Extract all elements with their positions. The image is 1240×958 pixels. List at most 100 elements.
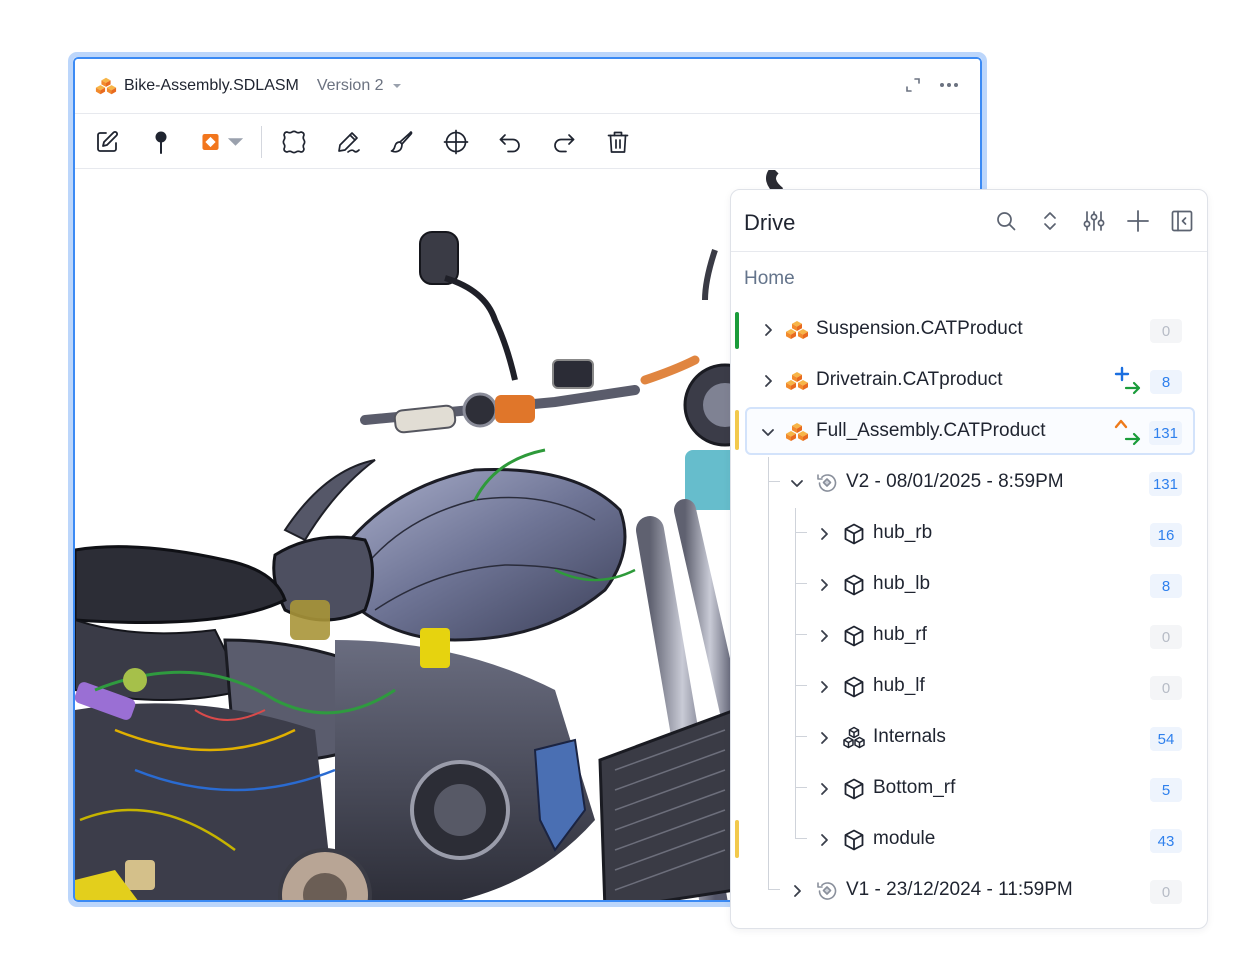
count-badge: 0	[1150, 880, 1182, 904]
chevron-down-icon	[227, 137, 244, 146]
crosshair-icon	[443, 129, 469, 154]
tree-item-label: Suspension.CATProduct	[816, 318, 1023, 339]
color-fill-icon	[202, 133, 219, 150]
count-badge: 131	[1148, 421, 1182, 445]
part-cube-icon	[844, 829, 864, 851]
tree-item-label: hub_lf	[873, 675, 925, 696]
brush-icon	[390, 130, 413, 153]
add-icon	[1127, 210, 1149, 232]
tree-item-drivetrain[interactable]: Drivetrain.CATproduct 8	[731, 356, 1207, 406]
chevron-right-icon[interactable]	[787, 881, 807, 901]
tree-item-internals[interactable]: Internals 54	[731, 713, 1207, 763]
chevron-down-icon[interactable]	[787, 473, 807, 493]
assembly-icon	[786, 423, 808, 441]
chevron-right-icon[interactable]	[814, 779, 834, 799]
delete-button[interactable]	[604, 128, 632, 156]
tree-item-hub-lf[interactable]: hub_lf 0	[731, 662, 1207, 712]
drive-actions	[993, 208, 1195, 234]
tree-item-module[interactable]: module 43	[731, 815, 1207, 865]
chevron-down-icon[interactable]	[392, 81, 402, 91]
tree-item-suspension[interactable]: Suspension.CATProduct 0	[731, 305, 1207, 355]
version-history-icon	[817, 882, 837, 900]
part-cube-icon	[844, 778, 864, 800]
tree-item-label: V1 - 23/12/2024 - 11:59PM	[846, 879, 1073, 900]
sub-assembly-cubes-icon	[843, 726, 865, 749]
redo-icon	[554, 133, 575, 152]
maximize-icon[interactable]	[904, 76, 922, 94]
count-badge: 54	[1150, 727, 1182, 751]
markup-toolbar	[75, 115, 980, 169]
chevron-right-icon[interactable]	[814, 728, 834, 748]
count-badge: 0	[1150, 625, 1182, 649]
tree-item-label: Full_Assembly.CATProduct	[816, 420, 1046, 441]
added-change-icon	[1114, 366, 1141, 395]
expand-collapse-icon	[1044, 212, 1056, 230]
add-button[interactable]	[1125, 208, 1151, 234]
tree-item-hub-rf[interactable]: hub_rf 0	[731, 611, 1207, 661]
chevron-down-icon[interactable]	[758, 422, 778, 442]
tree-item-label: V2 - 08/01/2025 - 8:59PM	[846, 471, 1064, 492]
brush-tool[interactable]	[388, 128, 416, 156]
assembly-icon	[786, 372, 808, 390]
toolbar-divider	[261, 125, 262, 158]
collapse-panel-icon	[1171, 210, 1193, 232]
edit-icon	[97, 130, 118, 152]
count-badge: 0	[1150, 676, 1182, 700]
chevron-right-icon[interactable]	[814, 677, 834, 697]
tree-item-hub-rb[interactable]: hub_rb 16	[731, 509, 1207, 559]
radiator	[598, 707, 737, 900]
assembly-icon	[95, 77, 117, 95]
lasso-select-tool[interactable]	[280, 128, 308, 156]
tree-item-label: hub_rb	[873, 522, 933, 543]
search-button[interactable]	[993, 208, 1019, 234]
tree-item-full-assembly[interactable]: Full_Assembly.CATProduct 131	[731, 407, 1207, 457]
chevron-right-icon[interactable]	[814, 524, 834, 544]
undo-icon	[499, 133, 520, 152]
undo-button[interactable]	[496, 128, 524, 156]
crosshair-tool[interactable]	[442, 128, 470, 156]
redo-button[interactable]	[550, 128, 578, 156]
part-cube-icon	[844, 574, 864, 596]
modified-change-icon	[1114, 419, 1141, 446]
chevron-right-icon[interactable]	[814, 626, 834, 646]
drive-panel: Drive Home Suspension.CATProduct 0 Drive…	[730, 189, 1208, 929]
pen-tool[interactable]	[334, 128, 362, 156]
count-badge: 131	[1148, 472, 1182, 496]
chevron-right-icon[interactable]	[814, 830, 834, 850]
expand-collapse-button[interactable]	[1037, 208, 1063, 234]
part-cube-icon	[844, 625, 864, 647]
more-options-icon[interactable]	[938, 76, 960, 94]
count-badge: 43	[1150, 829, 1182, 853]
search-icon	[997, 212, 1016, 231]
drive-header: Drive	[731, 190, 1207, 252]
filter-button[interactable]	[1081, 208, 1107, 234]
tree-item-version-v1[interactable]: V1 - 23/12/2024 - 11:59PM 0	[731, 866, 1207, 916]
tree-item-label: module	[873, 828, 936, 849]
tree-item-bottom-rf[interactable]: Bottom_rf 5	[731, 764, 1207, 814]
tree-item-label: Internals	[873, 726, 946, 747]
count-badge: 5	[1150, 778, 1182, 802]
version-selector[interactable]: Version 2	[317, 77, 384, 95]
part-cube-icon	[844, 523, 864, 545]
count-badge: 0	[1150, 319, 1182, 343]
trash-icon	[607, 131, 629, 153]
chevron-right-icon[interactable]	[814, 575, 834, 595]
edit-tool[interactable]	[93, 128, 121, 156]
tree-item-label: Drivetrain.CATproduct	[816, 369, 1003, 390]
part-cube-icon	[844, 676, 864, 698]
chevron-right-icon[interactable]	[758, 371, 778, 391]
pin-tool[interactable]	[147, 128, 175, 156]
lasso-select-icon	[282, 130, 306, 153]
collapse-panel-button[interactable]	[1169, 208, 1195, 234]
viewer-titlebar: Bike-Assembly.SDLASM Version 2	[75, 59, 980, 114]
tree-item-hub-lb[interactable]: hub_lb 8	[731, 560, 1207, 610]
pin-icon	[155, 131, 167, 154]
chevron-right-icon[interactable]	[758, 320, 778, 340]
drive-title: Drive	[744, 210, 796, 235]
filter-sliders-icon	[1083, 211, 1105, 231]
tree-item-version-v2[interactable]: V2 - 08/01/2025 - 8:59PM 131	[731, 458, 1207, 508]
breadcrumb-home[interactable]: Home	[744, 268, 795, 290]
version-history-icon	[817, 474, 837, 492]
color-fill-tool[interactable]	[201, 128, 245, 156]
count-badge: 8	[1150, 370, 1182, 394]
